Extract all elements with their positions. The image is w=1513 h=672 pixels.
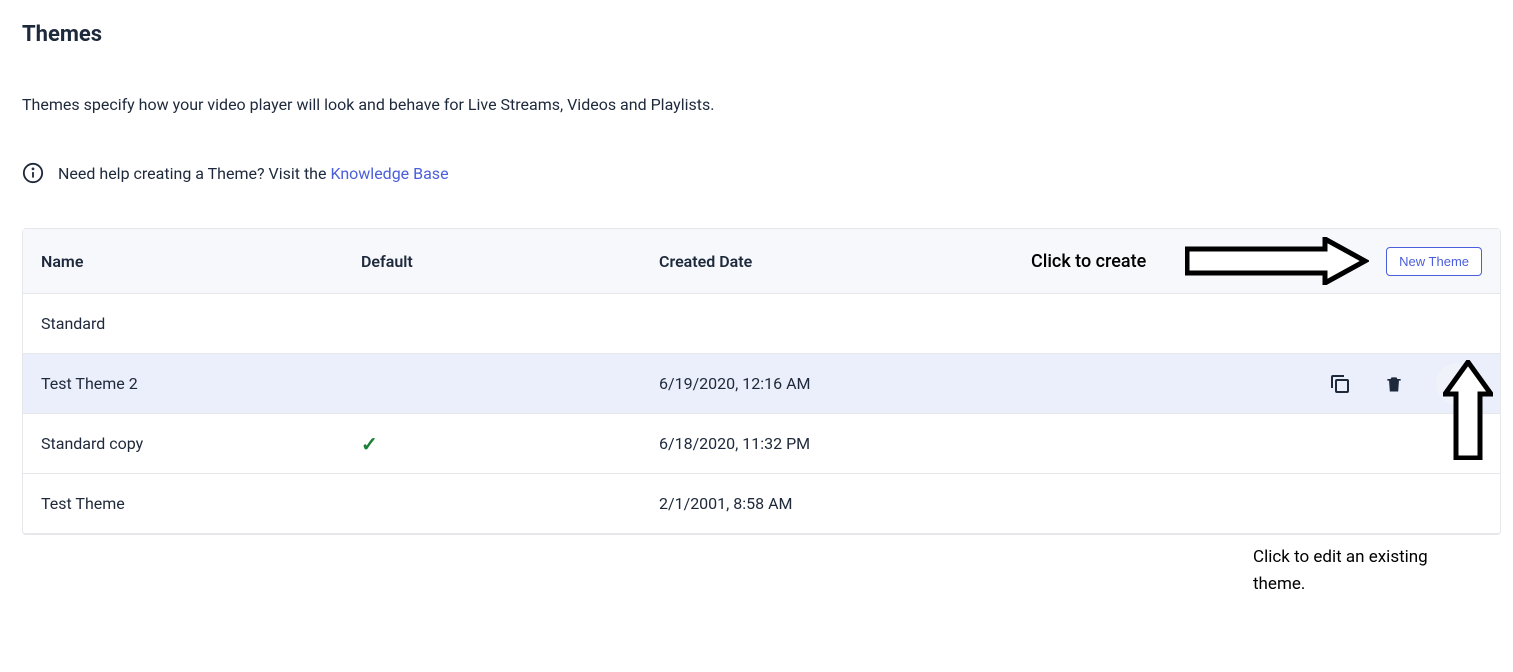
- table-row[interactable]: Test Theme 2/1/2001, 8:58 AM: [23, 474, 1500, 534]
- row-created: 2/1/2001, 8:58 AM: [659, 494, 1031, 513]
- table-row[interactable]: Standard: [23, 294, 1500, 354]
- themes-table: Name Default Created Date Click to creat…: [22, 228, 1501, 535]
- page-title: Themes: [22, 22, 1491, 47]
- check-icon: ✓: [361, 432, 378, 456]
- new-theme-button[interactable]: New Theme: [1386, 247, 1482, 276]
- copy-icon[interactable]: [1328, 372, 1352, 396]
- row-name: Test Theme 2: [41, 374, 361, 393]
- row-created: 6/18/2020, 11:32 PM: [659, 434, 1031, 453]
- help-row: Need help creating a Theme? Visit the Kn…: [22, 162, 1491, 184]
- col-header-created: Created Date: [659, 252, 1031, 271]
- row-name: Test Theme: [41, 494, 361, 513]
- info-icon: [22, 162, 44, 184]
- col-header-name: Name: [41, 252, 361, 271]
- edit-button[interactable]: [1436, 363, 1478, 405]
- help-text: Need help creating a Theme? Visit the: [58, 164, 330, 183]
- row-name: Standard: [41, 314, 361, 333]
- knowledge-base-link[interactable]: Knowledge Base: [330, 164, 448, 183]
- annotation-create-label: Click to create: [1031, 251, 1146, 272]
- row-name: Standard copy: [41, 434, 361, 453]
- row-created: 6/19/2020, 12:16 AM: [659, 374, 1031, 393]
- trash-icon[interactable]: [1382, 372, 1406, 396]
- table-row[interactable]: Standard copy ✓ 6/18/2020, 11:32 PM: [23, 414, 1500, 474]
- col-header-default: Default: [361, 252, 659, 271]
- annotation-edit-label: Click to edit an existing theme.: [1253, 544, 1453, 598]
- table-row[interactable]: Test Theme 2 6/19/2020, 12:16 AM: [23, 354, 1500, 414]
- row-default: ✓: [361, 432, 659, 456]
- page-description: Themes specify how your video player wil…: [22, 95, 1491, 114]
- table-header: Name Default Created Date Click to creat…: [23, 229, 1500, 294]
